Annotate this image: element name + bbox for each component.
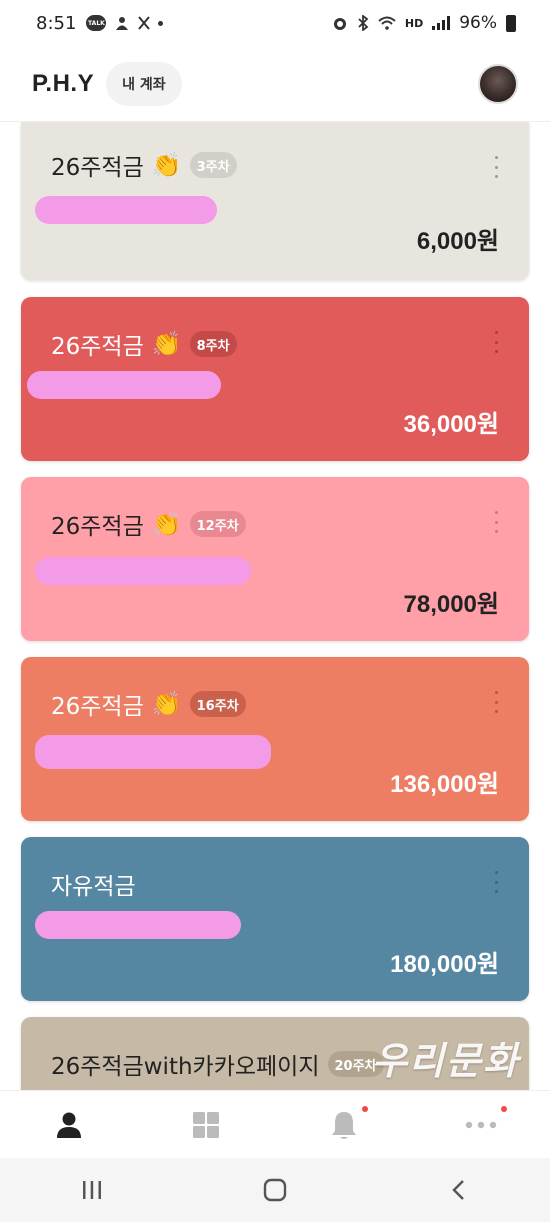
card-title-row: 자유적금: [51, 867, 136, 901]
nav-products[interactable]: [138, 1091, 276, 1158]
savings-card[interactable]: 26주적금 👏 12주차 78,000원: [21, 477, 529, 641]
person-icon: [56, 1112, 81, 1138]
clapping-hands-icon: 👏: [151, 690, 182, 718]
hd-voice-icon: HD: [404, 16, 424, 30]
week-badge: 3주차: [189, 152, 237, 178]
card-balance: 6,000원: [416, 228, 499, 255]
card-balance: 78,000원: [403, 591, 500, 618]
card-more-options-icon[interactable]: [493, 156, 499, 178]
status-bar: 8:51 TALK HD 96%: [0, 0, 550, 46]
nav-more[interactable]: [413, 1091, 550, 1158]
card-title: 자유적금: [51, 874, 136, 900]
system-navigation-bar: [0, 1158, 550, 1222]
battery-percent: 96%: [459, 13, 497, 33]
card-title: 26주적금: [51, 334, 144, 360]
recent-apps-button[interactable]: [0, 1158, 183, 1222]
card-more-options-icon[interactable]: [493, 331, 499, 353]
savings-card[interactable]: 26주적금 👏 16주차 136,000원: [21, 657, 529, 821]
more-notifications-dot-icon: [158, 20, 164, 26]
status-system-icons: HD 96%: [332, 13, 516, 33]
app-notification-icon: [116, 17, 129, 30]
redacted-account-number: [35, 911, 241, 939]
home-button[interactable]: [183, 1158, 366, 1222]
clapping-hands-icon: 👏: [151, 151, 182, 179]
redacted-account-number: [27, 371, 221, 399]
week-badge: 16주차: [189, 691, 246, 717]
card-balance: 136,000원: [390, 771, 499, 798]
savings-card[interactable]: 26주적금 👏 3주차 6,000원: [21, 122, 529, 280]
card-more-options-icon[interactable]: [493, 691, 499, 713]
status-time: 8:51: [36, 12, 77, 34]
redacted-account-number: [35, 735, 271, 769]
redacted-account-number: [35, 196, 217, 224]
app-header: P.H.Y 내 계좌: [0, 46, 550, 122]
kakaotalk-icon: TALK: [86, 15, 107, 31]
card-more-options-icon[interactable]: [493, 871, 499, 893]
brand-title: P.H.Y: [32, 69, 95, 97]
alarm-icon: [333, 18, 346, 30]
wifi-icon: [378, 16, 396, 30]
status-notification-icons: TALK: [86, 15, 164, 31]
card-title: 26주적금: [51, 694, 144, 720]
clapping-hands-icon: 👏: [151, 510, 182, 538]
savings-card[interactable]: 26주적금 👏 8주차 36,000원: [21, 297, 529, 461]
home-icon: [263, 1178, 287, 1202]
savings-card[interactable]: 자유적금 180,000원: [21, 837, 529, 1001]
my-account-button[interactable]: 내 계좌: [106, 61, 182, 106]
redacted-account-number: [35, 557, 251, 585]
card-balance: 180,000원: [390, 951, 499, 978]
week-badge: 8주차: [189, 331, 237, 357]
bell-icon: [331, 1111, 356, 1139]
more-horizontal-icon: [466, 1121, 497, 1128]
week-badge: 12주차: [189, 511, 246, 537]
bottom-navigation: [0, 1090, 550, 1158]
notification-badge: [501, 1106, 508, 1112]
nav-notifications[interactable]: [275, 1091, 413, 1158]
clapping-hands-icon: 👏: [151, 330, 182, 358]
battery-icon: [506, 14, 516, 32]
bluetooth-icon: [358, 15, 369, 31]
card-more-options-icon[interactable]: [493, 511, 499, 533]
card-title: 26주적금: [51, 514, 144, 540]
card-title: 26주적금with카카오페이지: [51, 1054, 320, 1080]
card-title-row: 26주적금 👏 8주차: [51, 327, 237, 361]
card-title-row: 26주적금 👏 12주차: [51, 507, 246, 541]
card-title: 26주적금: [51, 155, 144, 181]
back-icon: [452, 1180, 465, 1200]
back-button[interactable]: [367, 1158, 550, 1222]
avatar[interactable]: [478, 63, 518, 104]
card-title-row: 26주적금 👏 16주차: [51, 687, 246, 721]
card-balance: 36,000원: [403, 411, 500, 438]
nav-my-accounts[interactable]: [0, 1091, 138, 1158]
signal-icon: [432, 16, 451, 30]
x-app-icon: [138, 16, 151, 30]
card-title-row: 26주적금with카카오페이지 20주차: [51, 1047, 384, 1081]
recent-apps-icon: [82, 1181, 101, 1199]
notification-badge: [361, 1106, 368, 1112]
card-title-row: 26주적금 👏 3주차: [51, 148, 237, 182]
watermark: 우리문화: [372, 1039, 520, 1083]
grid-icon: [193, 1111, 220, 1138]
savings-account-list[interactable]: 26주적금 👏 3주차 6,000원 26주적금 👏 8주차 36,000원 2…: [0, 122, 550, 1090]
